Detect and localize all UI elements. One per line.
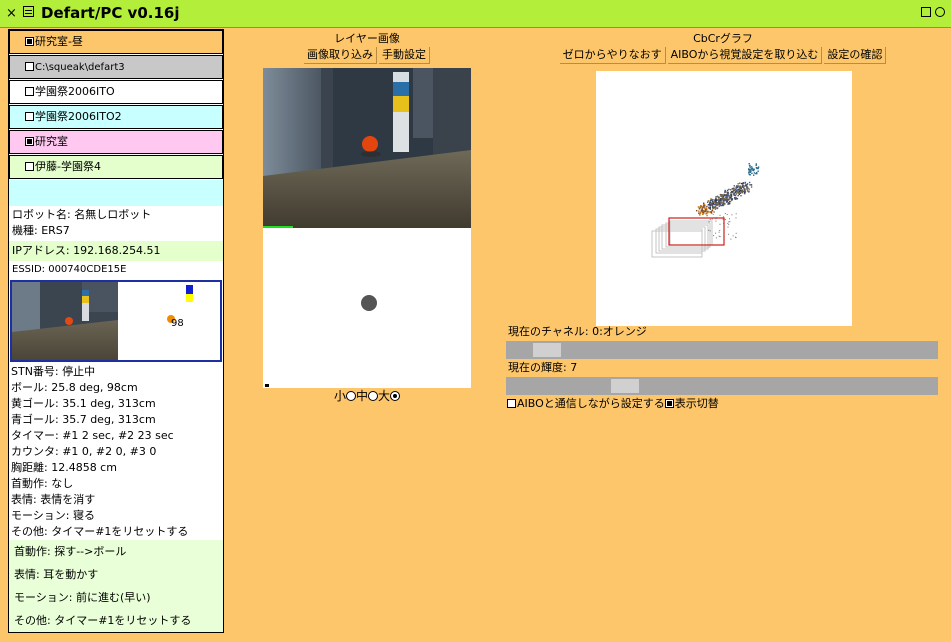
layer-panel: レイヤー画像 画像取り込み 手動設定 [262,32,472,64]
profile-item[interactable]: C:\squeak\defart3 [9,55,223,79]
profile-label: 伊藤-学園祭4 [35,160,101,173]
profile-checkbox[interactable] [25,162,34,171]
close-icon[interactable]: × [6,6,17,21]
robot-name: ロボット名: 名無しロボット [12,208,152,221]
action-item[interactable]: 表情: 耳を動かす [9,563,223,586]
collapse-icon[interactable] [921,7,931,17]
profile-checkbox[interactable] [25,137,34,146]
expand-icon[interactable] [935,7,945,17]
profile-label: C:\squeak\defart3 [35,62,125,73]
display-toggle-checkbox[interactable] [664,399,674,408]
luminance-label: 現在の輝度: 7 [508,361,578,374]
layer-title: レイヤー画像 [334,32,400,45]
camera-thumb-image [12,282,118,360]
profile-checkbox[interactable] [25,87,34,96]
size-small-label: 小 [333,389,346,403]
camera-thumbnail[interactable]: 98 [10,280,222,362]
profile-item[interactable]: 学園祭2006ITO2 [9,105,223,129]
status-line: STN番号: 停止中 [11,365,96,378]
status-line: 黄ゴール: 35.1 deg, 313cm [11,397,156,410]
status-line: 青ゴール: 35.7 deg, 313cm [11,413,156,426]
display-toggle-label: 表示切替 [674,397,719,410]
profile-label: 研究室-昼 [35,35,83,48]
status-line: カウンタ: #1 0, #2 0, #3 0 [11,445,157,458]
segmentation-thumb-image [120,282,220,360]
size-medium-label: 中 [355,389,368,403]
title-bar[interactable]: × Defart/PC v0.16j [0,0,951,28]
ball-distance-label: 98 [171,318,184,329]
luminance-slider-knob[interactable] [611,379,639,393]
profile-item[interactable]: 学園祭2006ITO [9,80,223,104]
app-window: × Defart/PC v0.16j 研究室-昼 C:\squeak\defart… [0,0,951,642]
status-line: タイマー: #1 2 sec, #2 23 sec [11,429,174,442]
status-line: その他: タイマー#1をリセットする [11,525,189,538]
action-item[interactable]: その他: タイマー#1をリセットする [9,609,223,632]
segmentation-image[interactable] [263,228,471,388]
cbcr-panel: CbCrグラフ ゼロからやりなおす AIBOから視覚設定を取り込む 設定の確認 [540,32,906,64]
profile-label: 学園祭2006ITO2 [35,110,122,123]
load-from-aibo-button[interactable]: AIBOから視覚設定を取り込む [667,47,823,64]
comm-checkbox[interactable] [507,399,516,408]
camera-image[interactable] [263,68,471,228]
status-line: 胸距離: 12.4858 cm [11,461,117,474]
profile-checkbox[interactable] [25,112,34,121]
profile-item[interactable]: 研究室 [9,130,223,154]
profile-empty-slot [9,180,223,206]
profile-checkbox[interactable] [25,37,34,46]
channel-label: 現在のチャネル: 0:オレンジ [508,325,647,338]
profile-item[interactable]: 研究室-昼 [9,30,223,54]
window-menu-icon[interactable] [23,6,34,17]
status-line: 首動作: なし [11,477,74,490]
action-item[interactable]: 首動作: 探す-->ボール [9,540,223,563]
comm-label: AIBOと通信しながら設定する [517,397,665,410]
robot-ip: IPアドレス: 192.168.254.51 [9,241,223,261]
cbcr-title: CbCrグラフ [693,32,753,45]
status-line: ボール: 25.8 deg, 98cm [11,381,138,394]
size-selector: 小中大 [263,388,471,404]
manual-setting-button[interactable]: 手動設定 [379,47,430,64]
window-title: Defart/PC v0.16j [41,4,180,22]
size-medium-radio[interactable] [368,391,378,401]
profile-label: 学園祭2006ITO [35,85,115,98]
check-settings-button[interactable]: 設定の確認 [824,47,887,64]
size-large-label: 大 [378,389,391,403]
size-small-radio[interactable] [345,391,356,401]
size-large-radio[interactable] [390,391,401,401]
profile-label: 研究室 [35,135,68,148]
robot-essid: ESSID: 000740CDE15E [12,264,127,275]
reset-button[interactable]: ゼロからやりなおす [559,47,666,64]
status-line: モーション: 寝る [11,509,95,522]
channel-slider[interactable] [506,341,938,359]
profile-item[interactable]: 伊藤-学園祭4 [9,155,223,179]
import-image-button[interactable]: 画像取り込み [304,47,377,64]
channel-slider-knob[interactable] [533,343,561,357]
window-controls [921,7,945,17]
action-item[interactable]: モーション: 前に進む(早い) [9,586,223,609]
status-line: 表情: 表情を消す [11,493,96,506]
luminance-slider[interactable] [506,377,938,395]
profile-checkbox[interactable] [25,62,34,71]
cbcr-graph[interactable] [596,71,852,326]
sidebar: 研究室-昼 C:\squeak\defart3 学園祭2006ITO 学園祭2006I… [8,29,224,633]
options-row: AIBOと通信しながら設定する 表示切替 [507,397,719,411]
robot-model: 機種: ERS7 [12,224,70,237]
